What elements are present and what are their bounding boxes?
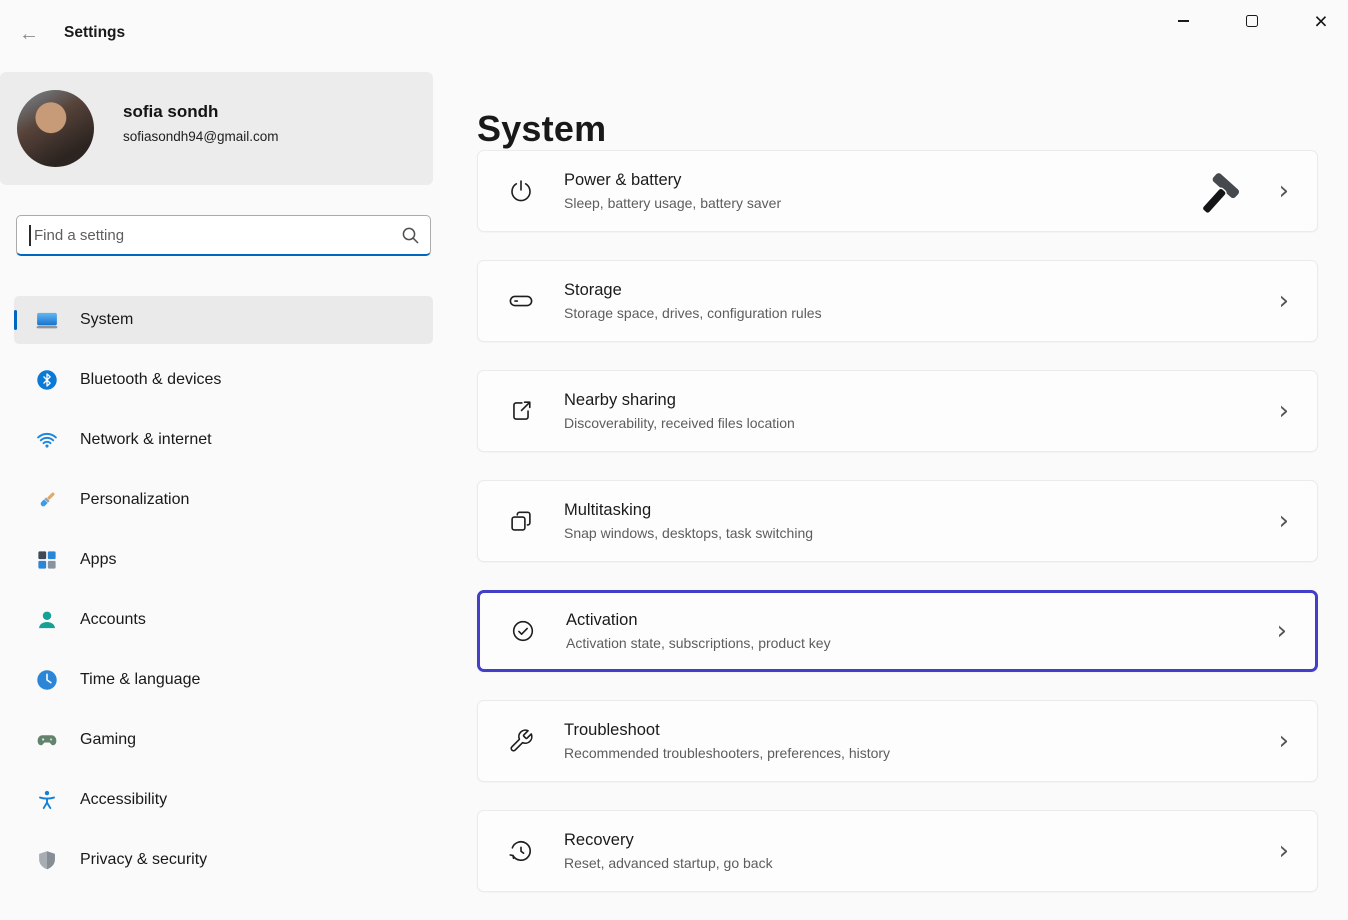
sidebar: sofia sondh sofiasondh94@gmail.com Syste… [0, 60, 433, 886]
sidebar-item-network-internet[interactable]: Network & internet [14, 416, 433, 464]
chevron-right-icon: › [1279, 838, 1289, 864]
sidebar-item-label: Time & language [80, 671, 200, 689]
card-title: Troubleshoot [564, 721, 890, 740]
personalization-icon [36, 489, 58, 511]
card-subtitle: Sleep, battery usage, battery saver [564, 195, 781, 211]
accessibility-icon [36, 789, 58, 811]
sidebar-item-apps[interactable]: Apps [14, 536, 433, 584]
activation-icon [510, 618, 536, 644]
sidebar-nav: System Bluetooth & devices Network & int… [14, 296, 433, 896]
multitasking-icon [508, 508, 534, 534]
sidebar-item-label: Network & internet [80, 431, 212, 449]
selected-indicator [14, 310, 17, 330]
page-title: System [477, 108, 606, 150]
main-content: System Power & battery Sleep, battery us… [477, 0, 1348, 886]
chevron-right-icon: › [1277, 618, 1287, 644]
hammer-cursor-icon [1193, 170, 1245, 224]
sidebar-item-label: Privacy & security [80, 851, 207, 869]
sidebar-item-label: Accessibility [80, 791, 167, 809]
card-title: Storage [564, 281, 822, 300]
bluetooth-icon [36, 369, 58, 391]
card-subtitle: Discoverability, received files location [564, 415, 795, 431]
chevron-right-icon: › [1279, 398, 1289, 424]
search-icon[interactable] [400, 225, 420, 245]
gaming-icon [36, 729, 58, 751]
network-icon [36, 429, 58, 451]
card-title: Recovery [564, 831, 773, 850]
time-language-icon [36, 669, 58, 691]
search-input[interactable] [16, 215, 431, 256]
sidebar-item-label: Accounts [80, 611, 146, 629]
card-subtitle: Snap windows, desktops, task switching [564, 525, 813, 541]
back-arrow-icon: ← [19, 23, 39, 46]
chevron-right-icon: › [1279, 288, 1289, 314]
sidebar-item-privacy-security[interactable]: Privacy & security [14, 836, 433, 884]
sidebar-item-label: System [80, 311, 133, 329]
card-title: Power & battery [564, 171, 781, 190]
sidebar-item-label: Gaming [80, 731, 136, 749]
sidebar-item-bluetooth-devices[interactable]: Bluetooth & devices [14, 356, 433, 404]
avatar [17, 90, 94, 167]
chevron-right-icon: › [1279, 178, 1289, 204]
sidebar-item-accessibility[interactable]: Accessibility [14, 776, 433, 824]
recovery-icon [508, 838, 534, 864]
settings-card-list: Power & battery Sleep, battery usage, ba… [477, 150, 1318, 920]
storage-icon [508, 288, 534, 314]
settings-card-storage[interactable]: Storage Storage space, drives, configura… [477, 260, 1318, 342]
text-caret [29, 225, 31, 246]
settings-card-nearby-sharing[interactable]: Nearby sharing Discoverability, received… [477, 370, 1318, 452]
back-button[interactable]: ← [12, 20, 46, 48]
card-title: Activation [566, 611, 831, 630]
sidebar-item-label: Apps [80, 551, 116, 569]
chevron-right-icon: › [1279, 508, 1289, 534]
settings-card-activation[interactable]: Activation Activation state, subscriptio… [477, 590, 1318, 672]
system-icon [36, 309, 58, 331]
apps-icon [36, 549, 58, 571]
card-title: Multitasking [564, 501, 813, 520]
card-title: Nearby sharing [564, 391, 795, 410]
search-box [16, 215, 431, 256]
sidebar-item-label: Personalization [80, 491, 189, 509]
privacy-security-icon [36, 849, 58, 871]
sidebar-item-accounts[interactable]: Accounts [14, 596, 433, 644]
user-email: sofiasondh94@gmail.com [123, 129, 279, 144]
troubleshoot-icon [508, 728, 534, 754]
window-title: Settings [64, 24, 125, 42]
power-icon [508, 178, 534, 204]
nearby-sharing-icon [508, 398, 534, 424]
sidebar-item-time-language[interactable]: Time & language [14, 656, 433, 704]
settings-card-troubleshoot[interactable]: Troubleshoot Recommended troubleshooters… [477, 700, 1318, 782]
chevron-right-icon: › [1279, 728, 1289, 754]
user-profile[interactable]: sofia sondh sofiasondh94@gmail.com [0, 72, 433, 185]
sidebar-item-system[interactable]: System [14, 296, 433, 344]
accounts-icon [36, 609, 58, 631]
settings-card-multitasking[interactable]: Multitasking Snap windows, desktops, tas… [477, 480, 1318, 562]
sidebar-item-personalization[interactable]: Personalization [14, 476, 433, 524]
card-subtitle: Storage space, drives, configuration rul… [564, 305, 822, 321]
settings-card-power-battery[interactable]: Power & battery Sleep, battery usage, ba… [477, 150, 1318, 232]
card-subtitle: Recommended troubleshooters, preferences… [564, 745, 890, 761]
sidebar-item-gaming[interactable]: Gaming [14, 716, 433, 764]
user-name: sofia sondh [123, 102, 279, 122]
sidebar-item-label: Bluetooth & devices [80, 371, 221, 389]
card-subtitle: Reset, advanced startup, go back [564, 855, 773, 871]
settings-card-recovery[interactable]: Recovery Reset, advanced startup, go bac… [477, 810, 1318, 892]
card-subtitle: Activation state, subscriptions, product… [566, 635, 831, 651]
